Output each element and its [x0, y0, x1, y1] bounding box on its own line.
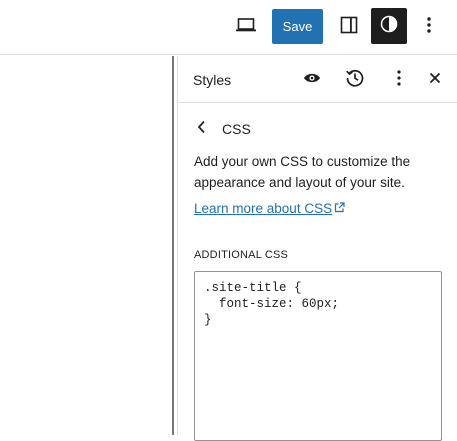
- revisions-button[interactable]: [339, 64, 371, 96]
- settings-toggle-button[interactable]: [335, 12, 363, 40]
- sidebar-title: Styles: [193, 72, 232, 88]
- css-description: Add your own CSS to customize the appear…: [194, 154, 411, 190]
- style-book-button[interactable]: [296, 64, 328, 96]
- additional-css-label: ADDITIONAL CSS: [194, 249, 289, 261]
- close-icon: [429, 71, 441, 89]
- eye-icon: [303, 71, 321, 90]
- additional-css-editor[interactable]: .site-title { font-size: 60px; }: [194, 271, 442, 441]
- editor-topbar: Save: [0, 0, 457, 55]
- css-navigation-row: CSS: [190, 116, 251, 142]
- back-button[interactable]: [190, 117, 212, 141]
- half-circle-contrast-icon: [380, 15, 398, 38]
- revisions-clock-icon: [345, 68, 365, 93]
- learn-more-link[interactable]: Learn more about CSS: [194, 201, 345, 216]
- styles-sidebar: Styles CSS Add your own CSS to customize…: [177, 56, 457, 441]
- sidebar-panel-icon: [340, 16, 358, 37]
- canvas-divider: [172, 56, 174, 435]
- editor-canvas[interactable]: [0, 56, 172, 435]
- laptop-icon: [235, 17, 257, 36]
- styles-toggle-button[interactable]: [371, 8, 407, 44]
- preview-button[interactable]: [232, 12, 260, 40]
- learn-more-text: Learn more about CSS: [194, 201, 333, 216]
- external-link-icon: [334, 201, 345, 216]
- sidebar-header: Styles: [178, 56, 457, 103]
- options-button[interactable]: [417, 12, 441, 40]
- chevron-left-icon: [197, 120, 206, 139]
- more-vertical-icon: [396, 69, 402, 92]
- styles-options-button[interactable]: [383, 64, 415, 96]
- more-vertical-icon: [426, 16, 432, 37]
- panel-title: CSS: [222, 121, 251, 137]
- close-sidebar-button[interactable]: [419, 64, 451, 96]
- save-button[interactable]: Save: [272, 9, 323, 44]
